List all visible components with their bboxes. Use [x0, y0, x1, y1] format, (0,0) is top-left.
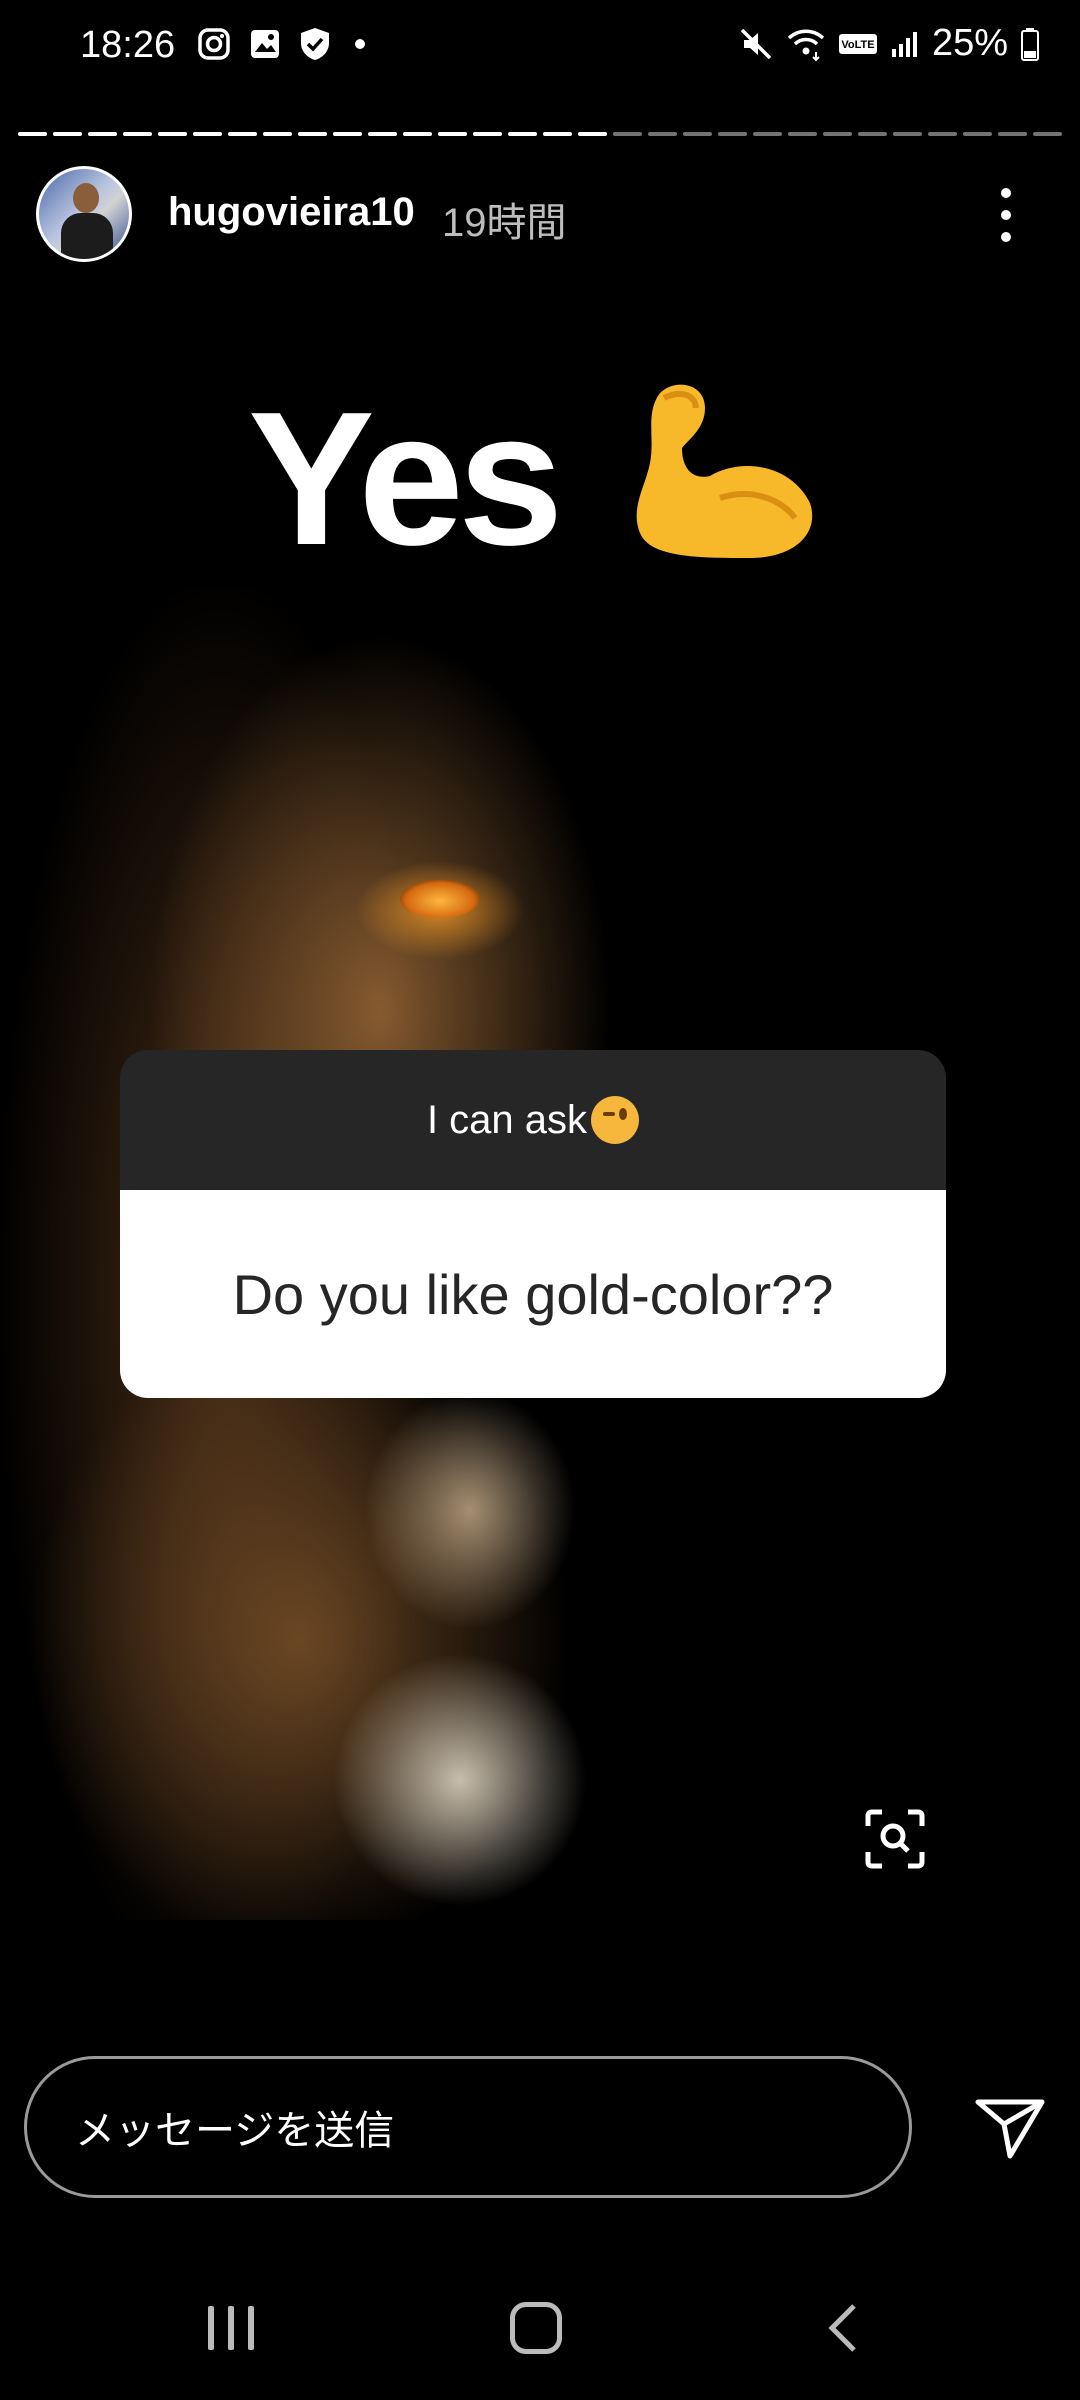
mute-icon — [740, 28, 772, 59]
progress-segment — [123, 132, 152, 136]
flexed-biceps-icon — [636, 384, 813, 558]
send-icon[interactable] — [974, 2096, 1046, 2160]
gallery-icon — [251, 30, 279, 58]
progress-segment — [683, 132, 712, 136]
progress-segment — [18, 132, 47, 136]
progress-segment — [578, 132, 607, 136]
progress-segment — [158, 132, 187, 136]
progress-segment — [53, 132, 82, 136]
question-sticker-header: I can ask — [120, 1050, 946, 1190]
progress-segment — [473, 132, 502, 136]
volte-icon: VoLTE — [838, 33, 877, 54]
progress-segment — [893, 132, 922, 136]
progress-segment — [823, 132, 852, 136]
battery-icon — [1021, 27, 1039, 61]
question-sticker[interactable]: I can ask Do you like gold-color?? — [120, 1050, 946, 1398]
visual-search-icon[interactable] — [864, 1808, 926, 1870]
progress-segment — [228, 132, 257, 136]
wifi-icon — [787, 29, 825, 61]
signal-icon — [891, 31, 917, 57]
progress-segment — [543, 132, 572, 136]
avatar[interactable] — [36, 166, 132, 262]
progress-segment — [753, 132, 782, 136]
progress-segment — [508, 132, 537, 136]
story-progress-bar — [18, 132, 1062, 138]
instagram-icon — [198, 28, 230, 60]
status-time: 18:26 — [80, 24, 176, 66]
lion-eye — [400, 880, 480, 918]
message-input[interactable]: メッセージを送信 — [24, 2056, 912, 2198]
question-sticker-body: Do you like gold-color?? — [120, 1190, 946, 1398]
progress-segment — [718, 132, 747, 136]
home-button[interactable] — [510, 2302, 562, 2354]
message-input-placeholder: メッセージを送信 — [75, 2109, 395, 2153]
progress-segment — [963, 132, 992, 136]
back-button[interactable] — [820, 2302, 868, 2354]
story-time-ago: 19時間 — [442, 201, 567, 245]
progress-segment — [333, 132, 362, 136]
question-sticker-title: I can ask — [426, 1097, 588, 1142]
shield-check-icon — [301, 28, 329, 60]
progress-segment — [858, 132, 887, 136]
recents-button[interactable] — [208, 2306, 254, 2350]
battery-percent: 25% — [931, 22, 1008, 64]
progress-segment — [88, 132, 117, 136]
progress-segment — [928, 132, 957, 136]
username[interactable]: hugovieira10 — [168, 190, 415, 235]
progress-segment — [368, 132, 397, 136]
progress-segment — [998, 132, 1027, 136]
status-left-icons — [196, 26, 372, 62]
progress-segment — [648, 132, 677, 136]
winking-face-icon — [591, 1096, 640, 1144]
dot-icon — [355, 39, 365, 49]
question-text: Do you like gold-color?? — [232, 1262, 834, 1326]
status-right: VoLTE 25% — [738, 22, 1040, 65]
story-headline: Yes — [248, 373, 564, 585]
progress-segment — [263, 132, 292, 136]
progress-segment — [438, 132, 467, 136]
progress-segment — [613, 132, 642, 136]
progress-segment — [788, 132, 817, 136]
progress-segment — [1033, 132, 1062, 136]
svg-text:VoLTE: VoLTE — [841, 39, 874, 51]
progress-segment — [298, 132, 327, 136]
progress-segment — [193, 132, 222, 136]
progress-segment — [403, 132, 432, 136]
more-options-icon[interactable] — [986, 180, 1026, 250]
